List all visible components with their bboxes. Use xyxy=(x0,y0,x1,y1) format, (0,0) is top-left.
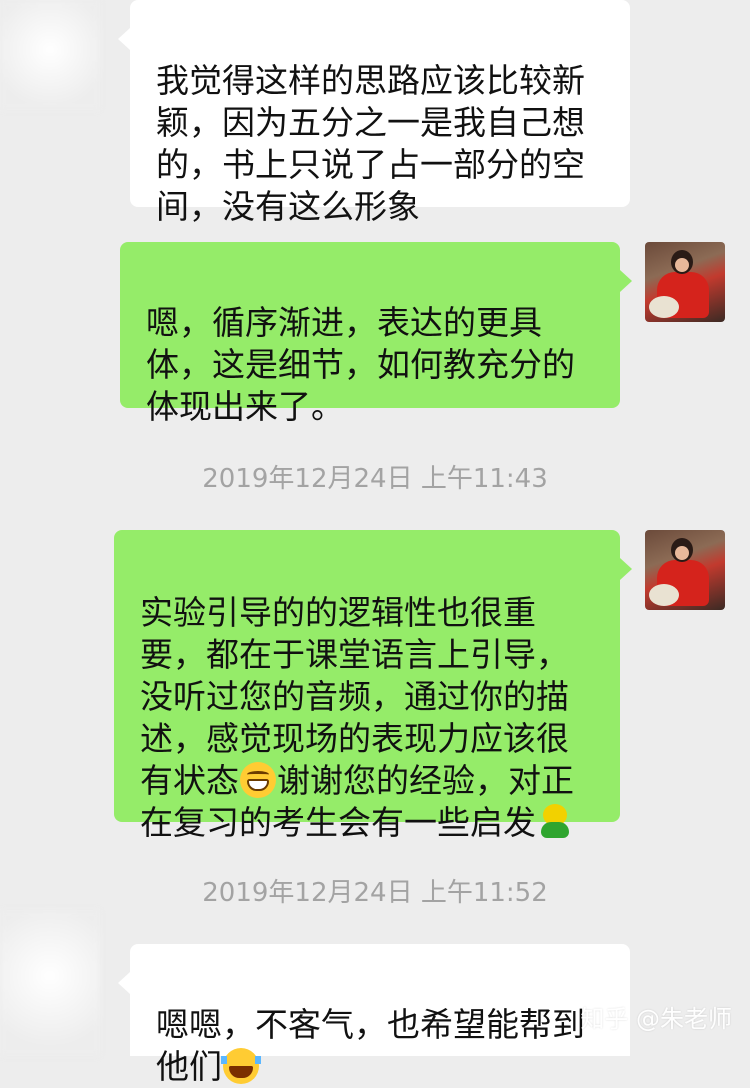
incoming-message-bubble[interactable]: 我觉得这样的思路应该比较新 颖，因为五分之一是我自己想 的，书上只说了占一部分的… xyxy=(118,0,630,226)
outgoing-message-bubble[interactable]: 嗯，循序渐进，表达的更具 体，这是细节，如何教充分的 体现出来了。 xyxy=(120,242,632,426)
grin-emoji-icon xyxy=(240,762,276,798)
sender-avatar-blurred[interactable] xyxy=(0,0,100,110)
avatar-drum xyxy=(649,296,679,318)
outgoing-message-bubble[interactable]: 实验引导的的逻辑性也很重 要，都在于课堂语言上引导， 没听过您的音频，通过你的描… xyxy=(114,530,632,842)
avatar-face xyxy=(675,258,689,272)
sender-avatar-blurred[interactable] xyxy=(0,910,100,1056)
message-text: 嗯，循序渐进，表达的更具 体，这是细节，如何教充分的 体现出来了。 xyxy=(146,303,575,426)
timestamp: 2019年12月24日 上午11:52 xyxy=(202,878,548,908)
my-avatar[interactable] xyxy=(645,530,725,610)
chick-emoji-icon xyxy=(537,804,573,840)
laughing-tears-emoji-icon xyxy=(221,1048,261,1084)
avatar-face xyxy=(675,546,689,560)
incoming-message-bubble[interactable]: 嗯嗯，不客气，也希望能帮到 他们 xyxy=(118,944,630,1086)
my-avatar[interactable] xyxy=(645,242,725,322)
message-text: 嗯嗯，不客气，也希望能帮到 他们 xyxy=(156,1005,585,1086)
avatar-drum xyxy=(649,584,679,606)
zhihu-watermark: 知乎 @朱老师 xyxy=(580,1005,732,1033)
timestamp: 2019年12月24日 上午11:43 xyxy=(202,464,548,494)
message-text: 我觉得这样的思路应该比较新 颖，因为五分之一是我自己想 的，书上只说了占一部分的… xyxy=(156,61,585,226)
